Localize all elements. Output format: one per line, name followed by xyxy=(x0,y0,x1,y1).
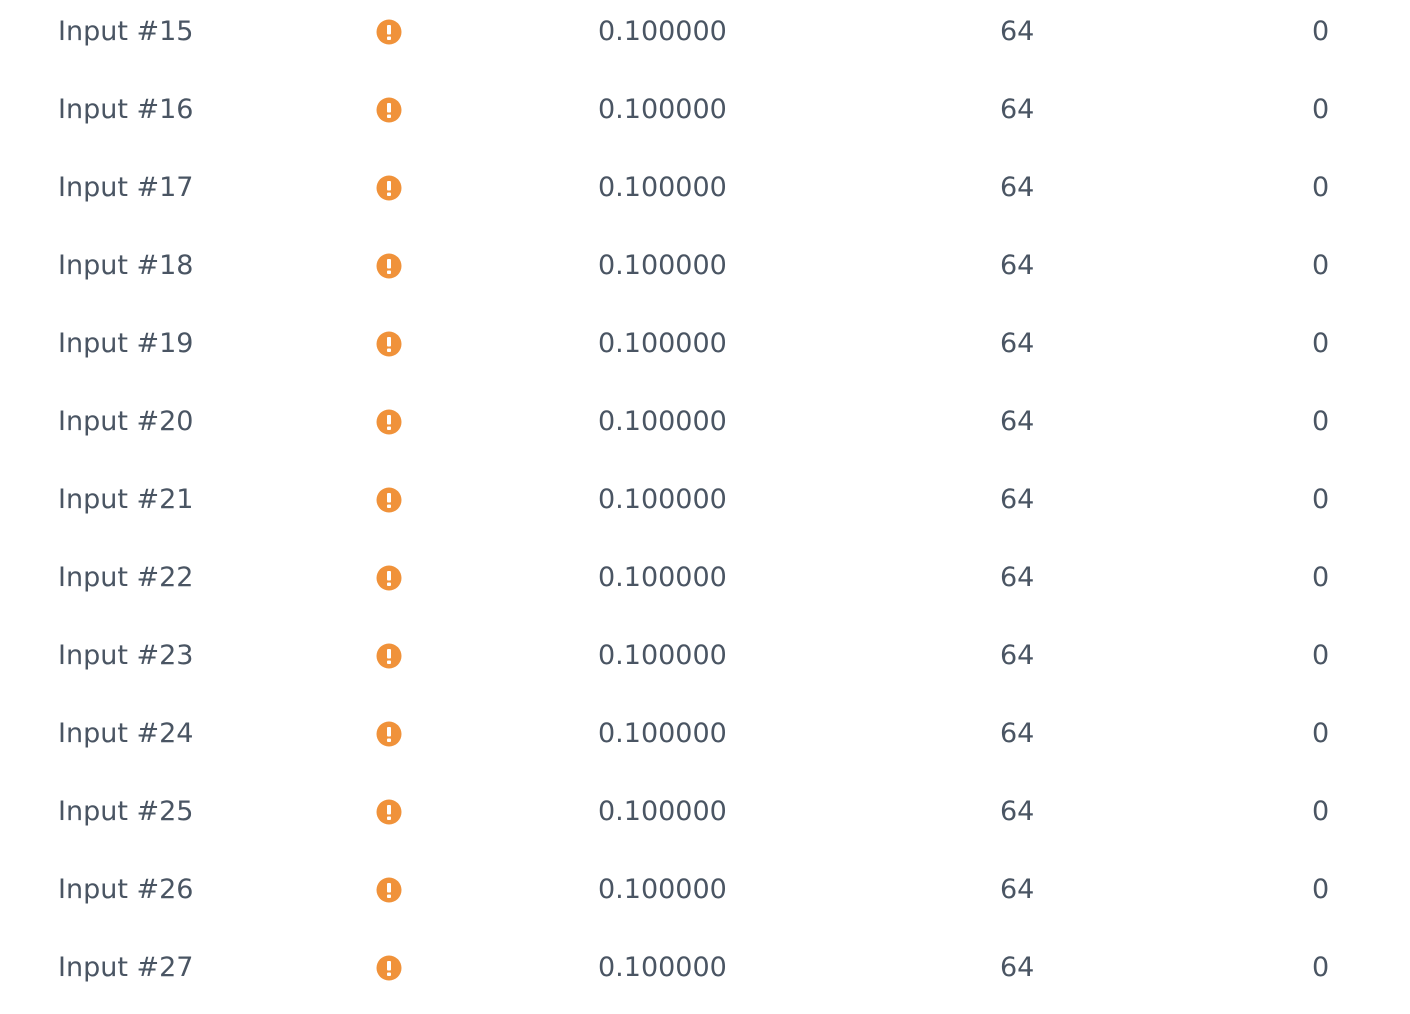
input-value: 0.100000 xyxy=(598,406,727,437)
table-row[interactable]: Input #22 0.100000 64 0 xyxy=(0,539,1410,617)
table-row[interactable]: Input #21 0.100000 64 0 xyxy=(0,461,1410,539)
input-last-value: 0 xyxy=(1312,250,1330,281)
table-row[interactable]: Input #17 0.100000 64 0 xyxy=(0,149,1410,227)
input-value: 0.100000 xyxy=(598,952,727,983)
table-row[interactable]: Input #16 0.100000 64 0 xyxy=(0,71,1410,149)
status-cell xyxy=(376,929,402,1007)
input-count: 64 xyxy=(1000,484,1035,515)
input-count: 64 xyxy=(1000,952,1035,983)
warning-icon xyxy=(376,409,402,435)
input-value: 0.100000 xyxy=(598,172,727,203)
table-row[interactable]: Input #19 0.100000 64 0 xyxy=(0,305,1410,383)
input-value: 0.100000 xyxy=(598,250,727,281)
warning-icon xyxy=(376,721,402,747)
warning-icon xyxy=(376,799,402,825)
table-row[interactable]: Input #24 0.100000 64 0 xyxy=(0,695,1410,773)
input-last-value: 0 xyxy=(1312,172,1330,203)
warning-icon xyxy=(376,877,402,903)
status-cell xyxy=(376,617,402,695)
input-count: 64 xyxy=(1000,796,1035,827)
table-row[interactable]: Input #23 0.100000 64 0 xyxy=(0,617,1410,695)
status-cell xyxy=(376,851,402,929)
status-cell xyxy=(376,227,402,305)
input-last-value: 0 xyxy=(1312,406,1330,437)
table-row[interactable]: Input #26 0.100000 64 0 xyxy=(0,851,1410,929)
input-last-value: 0 xyxy=(1312,484,1330,515)
input-value: 0.100000 xyxy=(598,328,727,359)
input-count: 64 xyxy=(1000,718,1035,749)
warning-icon xyxy=(376,331,402,357)
inputs-table: Input #15 0.100000 64 0 Input #16 0.100000 64 0… xyxy=(0,0,1410,1007)
table-row[interactable]: Input #20 0.100000 64 0 xyxy=(0,383,1410,461)
warning-icon xyxy=(376,565,402,591)
input-value: 0.100000 xyxy=(598,562,727,593)
input-name: Input #23 xyxy=(58,640,194,671)
input-count: 64 xyxy=(1000,328,1035,359)
status-cell xyxy=(376,383,402,461)
input-count: 64 xyxy=(1000,874,1035,905)
input-last-value: 0 xyxy=(1312,952,1330,983)
input-name: Input #17 xyxy=(58,172,194,203)
input-name: Input #15 xyxy=(58,16,194,47)
table-row[interactable]: Input #15 0.100000 64 0 xyxy=(0,0,1410,71)
input-value: 0.100000 xyxy=(598,94,727,125)
status-cell xyxy=(376,305,402,383)
input-name: Input #18 xyxy=(58,250,194,281)
input-count: 64 xyxy=(1000,172,1035,203)
status-cell xyxy=(376,773,402,851)
input-name: Input #24 xyxy=(58,718,194,749)
input-last-value: 0 xyxy=(1312,94,1330,125)
status-cell xyxy=(376,539,402,617)
input-name: Input #21 xyxy=(58,484,194,515)
input-name: Input #19 xyxy=(58,328,194,359)
input-name: Input #16 xyxy=(58,94,194,125)
input-name: Input #26 xyxy=(58,874,194,905)
input-count: 64 xyxy=(1000,562,1035,593)
input-value: 0.100000 xyxy=(598,718,727,749)
table-row[interactable]: Input #18 0.100000 64 0 xyxy=(0,227,1410,305)
input-name: Input #20 xyxy=(58,406,194,437)
status-cell xyxy=(376,71,402,149)
warning-icon xyxy=(376,643,402,669)
input-count: 64 xyxy=(1000,640,1035,671)
warning-icon xyxy=(376,487,402,513)
input-count: 64 xyxy=(1000,94,1035,125)
input-value: 0.100000 xyxy=(598,484,727,515)
input-value: 0.100000 xyxy=(598,16,727,47)
warning-icon xyxy=(376,253,402,279)
table-row[interactable]: Input #25 0.100000 64 0 xyxy=(0,773,1410,851)
status-cell xyxy=(376,695,402,773)
input-name: Input #25 xyxy=(58,796,194,827)
status-cell xyxy=(376,461,402,539)
input-value: 0.100000 xyxy=(598,640,727,671)
input-count: 64 xyxy=(1000,250,1035,281)
warning-icon xyxy=(376,19,402,45)
input-value: 0.100000 xyxy=(598,874,727,905)
warning-icon xyxy=(376,97,402,123)
warning-icon xyxy=(376,955,402,981)
status-cell xyxy=(376,149,402,227)
input-last-value: 0 xyxy=(1312,640,1330,671)
input-count: 64 xyxy=(1000,406,1035,437)
input-last-value: 0 xyxy=(1312,796,1330,827)
input-last-value: 0 xyxy=(1312,874,1330,905)
table-row[interactable]: Input #27 0.100000 64 0 xyxy=(0,929,1410,1007)
input-name: Input #27 xyxy=(58,952,194,983)
input-count: 64 xyxy=(1000,16,1035,47)
warning-icon xyxy=(376,175,402,201)
status-cell xyxy=(376,0,402,71)
input-last-value: 0 xyxy=(1312,562,1330,593)
input-value: 0.100000 xyxy=(598,796,727,827)
input-last-value: 0 xyxy=(1312,328,1330,359)
input-last-value: 0 xyxy=(1312,718,1330,749)
input-name: Input #22 xyxy=(58,562,194,593)
input-last-value: 0 xyxy=(1312,16,1330,47)
